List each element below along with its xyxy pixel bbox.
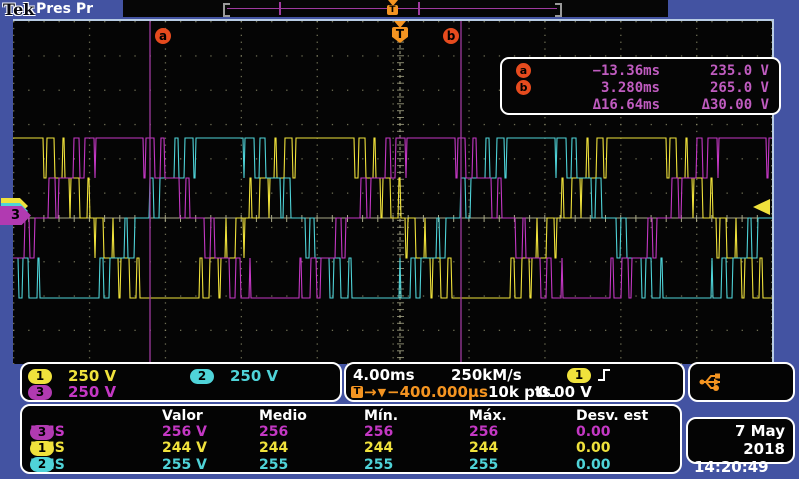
trigger-level-arrow-icon <box>753 199 770 215</box>
cursor-b-value: 265.0 V <box>660 80 769 96</box>
record-cursor-a-tick <box>279 2 281 15</box>
cursor-b-row: b 3.280ms 265.0 V <box>516 79 769 96</box>
usb-icon <box>698 371 728 393</box>
trigger-t-icon: T <box>387 5 398 15</box>
cursor-delta-row: Δ16.64ms Δ30.00 V <box>516 96 769 113</box>
cursor-a-badge: a <box>155 28 171 44</box>
date-text: 7 May 2018 <box>694 422 787 458</box>
col-header-valor: Valor <box>162 408 259 424</box>
cursor-a-value: 235.0 V <box>660 63 769 79</box>
trigger-position-triangle-icon <box>394 21 406 28</box>
col-header-desv: Desv. est <box>576 408 680 424</box>
record-bracket-left <box>223 3 230 17</box>
col-header-max: Máx. <box>469 408 576 424</box>
ch2-badge: 2 <box>190 369 214 384</box>
trigger-position-t-icon: T <box>392 27 408 43</box>
trigger-status-text: Pres Pr <box>36 1 93 17</box>
meas-row-ch2-label: 2 RMS <box>30 457 162 473</box>
meas-max: 256 <box>469 424 576 440</box>
meas-medio: 256 <box>259 424 364 440</box>
meas-medio: 255 <box>259 457 364 473</box>
delay-readout: T→▼−400.000µs <box>351 383 488 401</box>
time-text: 14:20:49 <box>694 458 787 476</box>
meas-row-ch1-label: 1 RMS <box>30 440 162 456</box>
channel-scale-box: 1 250 V 2 250 V 3 250 V <box>20 362 342 402</box>
meas-valor: 256 V <box>162 424 259 440</box>
trigger-t-small-icon: T <box>351 386 363 398</box>
meas-desv: 0.00 <box>576 440 680 456</box>
meas-max: 255 <box>469 457 576 473</box>
meas-desv: 0.00 <box>576 457 680 473</box>
trigger-source-badge: 1 <box>567 368 591 383</box>
timebase-value: 4.00ms <box>353 366 415 384</box>
meas-medio: 244 <box>259 440 364 456</box>
cursor-a-icon: a <box>516 63 531 78</box>
cursor-delta-time: Δ16.64ms <box>542 97 660 113</box>
horizontal-trigger-box: 4.00ms 250kM/s 1 T→▼−400.000µs 10k pts. … <box>344 362 685 402</box>
meas-row-ch3-label: 3 RMS <box>30 424 162 440</box>
ch3-meas-badge: 3 <box>30 425 54 440</box>
ch3-scale: 250 V <box>68 383 116 401</box>
measurement-table: Valor Medio Mín. Máx. Desv. est 3 RMS 25… <box>20 404 682 474</box>
col-header-medio: Medio <box>259 408 364 424</box>
waveform-display: a b T a −13.36ms 235.0 V b 3.280ms 265.0… <box>13 19 774 364</box>
meas-valor: 244 V <box>162 440 259 456</box>
cursor-a-row: a −13.36ms 235.0 V <box>516 62 769 79</box>
trigger-level-value: 0.00 V <box>538 383 592 401</box>
acquisition-position-bar: T <box>123 0 668 17</box>
ch2-scale: 250 V <box>230 367 278 385</box>
meas-valor: 255 V <box>162 457 259 473</box>
trigger-slope-icon <box>597 368 611 383</box>
sample-rate: 250kM/s <box>451 366 522 384</box>
usb-indicator-box <box>688 362 795 402</box>
datetime-box: 7 May 2018 14:20:49 <box>686 417 795 464</box>
record-bracket-right <box>555 3 562 17</box>
top-bar: Tek Pres Pr T <box>0 0 799 18</box>
meas-min: 256 <box>364 424 469 440</box>
record-cursor-b-tick <box>418 2 420 15</box>
meas-desv: 0.00 <box>576 424 680 440</box>
cursor-readout-box: a −13.36ms 235.0 V b 3.280ms 265.0 V Δ16… <box>500 57 781 115</box>
meas-min: 255 <box>364 457 469 473</box>
meas-max: 244 <box>469 440 576 456</box>
arrow-icon: → <box>364 383 377 401</box>
tek-logo: Tek <box>3 0 34 19</box>
col-header-min: Mín. <box>364 408 469 424</box>
cursor-delta-value: Δ30.00 V <box>660 97 769 113</box>
ch1-meas-badge: 1 <box>30 441 54 456</box>
cursor-b-time: 3.280ms <box>542 80 660 96</box>
ch3-badge: 3 <box>28 385 52 400</box>
down-triangle-icon: ▼ <box>378 386 386 399</box>
oscilloscope-screen: Tek Pres Pr T a b T a −13.36ms 2 3 <box>0 0 799 479</box>
cursor-a-time: −13.36ms <box>542 63 660 79</box>
record-trigger-marker: T <box>386 0 399 15</box>
meas-min: 244 <box>364 440 469 456</box>
cursor-b-icon: b <box>516 80 531 95</box>
delay-value: −400.000µs <box>387 383 488 401</box>
ch2-meas-badge: 2 <box>30 457 54 472</box>
cursor-b-badge: b <box>443 28 459 44</box>
ch1-badge: 1 <box>28 369 52 384</box>
